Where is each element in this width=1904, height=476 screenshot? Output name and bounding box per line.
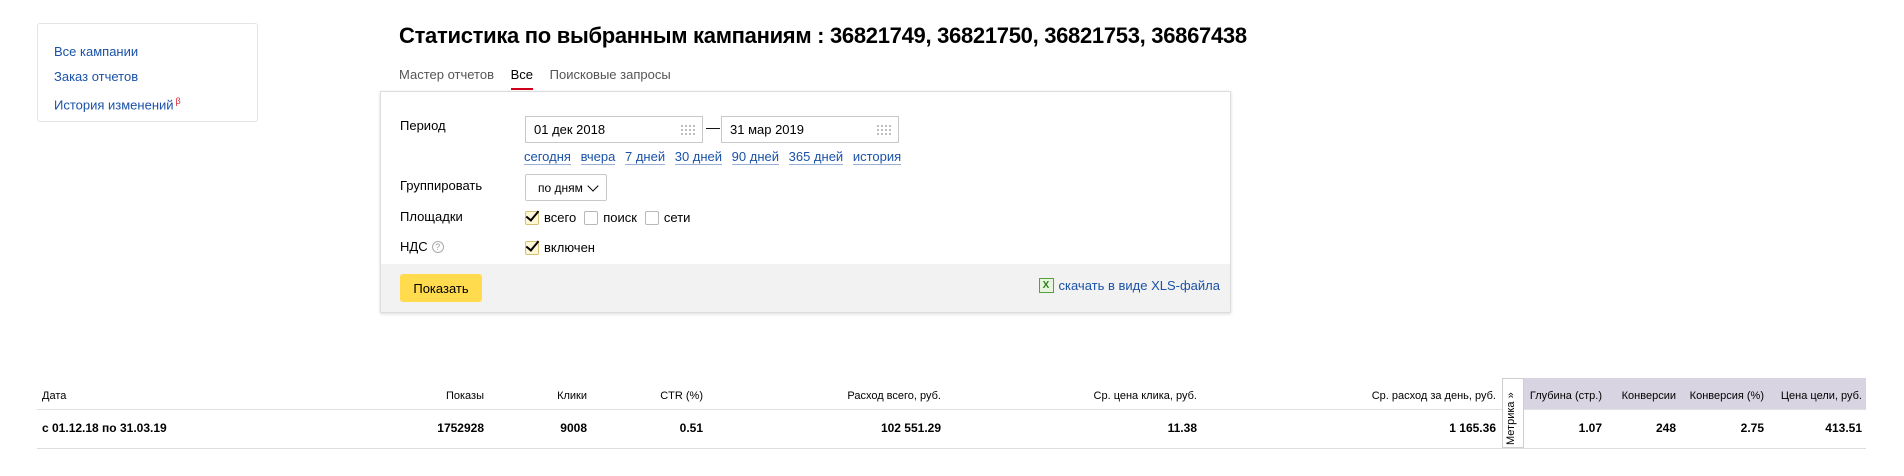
table-header-divider (37, 409, 1866, 410)
platform-search-label: поиск (603, 210, 637, 225)
quick-period-yesterday[interactable]: вчера (580, 149, 616, 165)
row-conversions: 248 (1655, 421, 1676, 435)
help-icon[interactable]: ? (431, 241, 444, 253)
column-header-shows[interactable]: Показы (446, 390, 484, 402)
column-header-conversions[interactable]: Конверсии (1622, 390, 1676, 402)
column-header-ctr[interactable]: CTR (%) (660, 390, 703, 402)
platform-networks-option[interactable]: сети (644, 210, 691, 225)
column-header-depth[interactable]: Глубина (стр.) (1530, 390, 1602, 402)
row-spend-total: 102 551.29 (880, 421, 941, 435)
date-to-field[interactable]: 31 мар 2019 (721, 116, 899, 143)
date-from-field[interactable]: 01 дек 2018 (525, 116, 703, 143)
group-by-value: по дням (538, 181, 583, 195)
checkbox-networks[interactable] (644, 210, 659, 225)
column-header-conversion-rate[interactable]: Конверсия (%) (1690, 390, 1764, 402)
column-header-date[interactable]: Дата (42, 390, 66, 402)
vat-checkbox-row: включен (525, 240, 603, 255)
row-depth: 1.07 (1578, 421, 1602, 435)
date-range-dash: — (706, 119, 720, 135)
page-title: Статистика по выбранным кампаниям : 3682… (399, 23, 1247, 48)
column-header-spend-total[interactable]: Расход всего, руб. (847, 390, 941, 402)
group-label: Группировать (400, 178, 483, 193)
quick-period-links: сегодня вчера 7 дней 30 дней 90 дней 365… (524, 149, 907, 165)
tab-all[interactable]: Все (510, 67, 534, 90)
history-link-label: История изменений (54, 97, 174, 113)
download-xls-label[interactable]: скачать в виде XLS-файла (1059, 278, 1221, 293)
period-label: Период (400, 118, 446, 133)
report-settings-panel: Период 01 дек 2018 — 31 мар 2019 сегодня… (380, 91, 1231, 313)
calendar-icon[interactable] (680, 124, 696, 136)
vat-label-row: НДС? (400, 239, 444, 254)
date-from-value: 01 дек 2018 (534, 122, 606, 137)
download-xls-link[interactable]: X скачать в виде XLS-файла (1038, 278, 1221, 293)
platform-networks-label: сети (663, 210, 691, 225)
group-by-select[interactable]: по дням (525, 174, 607, 201)
row-avg-daily-spend: 1 165.36 (1449, 421, 1496, 435)
row-conversion-rate: 2.75 (1740, 421, 1764, 435)
checkbox-vat[interactable] (525, 240, 539, 255)
excel-icon: X (1038, 278, 1054, 293)
row-avg-click-price: 11.38 (1167, 421, 1197, 435)
tab-search-queries[interactable]: Поисковые запросы (550, 67, 671, 88)
platform-search-option[interactable]: поиск (584, 210, 637, 225)
quick-period-history[interactable]: история (852, 149, 902, 165)
quick-period-30-days[interactable]: 30 дней (674, 149, 723, 165)
beta-badge: β (175, 96, 181, 106)
checkbox-all[interactable] (525, 210, 539, 225)
row-clicks: 9008 (560, 421, 587, 435)
chevron-down-icon (587, 180, 599, 192)
tab-report-wizard[interactable]: Мастер отчетов (399, 67, 494, 88)
row-date: с 01.12.18 по 31.03.19 (42, 421, 167, 435)
calendar-icon[interactable] (876, 124, 892, 136)
table-bottom-divider (37, 448, 1866, 449)
quick-period-today[interactable]: сегодня (524, 149, 571, 165)
checkbox-search[interactable] (584, 210, 599, 225)
row-shows: 1752928 (437, 421, 484, 435)
quick-period-7-days[interactable]: 7 дней (624, 149, 666, 165)
platform-all-label: всего (544, 210, 577, 225)
quick-period-365-days[interactable]: 365 дней (788, 149, 844, 165)
row-ctr: 0.51 (679, 421, 703, 435)
sidebar-link-report-order[interactable]: Заказ отчетов (54, 64, 257, 89)
column-header-clicks[interactable]: Клики (557, 390, 587, 402)
row-goal-price: 413.51 (1825, 421, 1862, 435)
platform-all-option[interactable]: всего (525, 210, 576, 225)
report-tabs: Мастер отчетов Все Поисковые запросы (399, 67, 684, 90)
vat-included-option[interactable]: включен (525, 240, 595, 255)
column-header-goal-price[interactable]: Цена цели, руб. (1781, 390, 1862, 402)
column-header-avg-click-price[interactable]: Ср. цена клика, руб. (1094, 390, 1197, 402)
metrika-toggle-label: Метрика » (1505, 392, 1517, 445)
metrika-toggle[interactable]: Метрика » (1502, 378, 1524, 448)
platforms-label: Площадки (400, 209, 463, 224)
vat-included-label: включен (544, 240, 595, 255)
panel-footer: Показать X скачать в виде XLS-файла (381, 264, 1230, 312)
sidebar-link-change-history[interactable]: История изменений β (54, 89, 257, 117)
quick-period-90-days[interactable]: 90 дней (731, 149, 779, 165)
sidebar-menu: Все кампании Заказ отчетов История измен… (37, 23, 258, 122)
date-to-value: 31 мар 2019 (730, 122, 805, 137)
vat-label: НДС (400, 239, 428, 254)
platforms-checkboxes: всего поиск сети (525, 210, 698, 225)
sidebar-link-all-campaigns[interactable]: Все кампании (54, 39, 257, 64)
show-button[interactable]: Показать (400, 274, 482, 302)
column-header-avg-daily-spend[interactable]: Ср. расход за день, руб. (1372, 390, 1496, 402)
